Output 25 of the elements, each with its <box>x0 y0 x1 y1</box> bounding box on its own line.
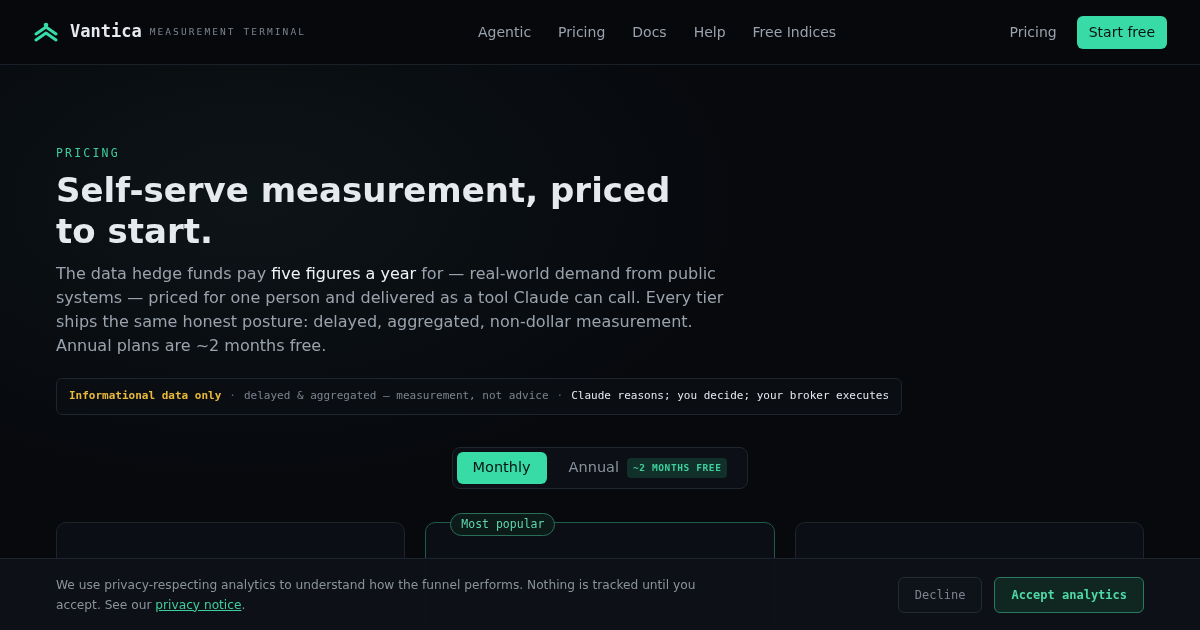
separator-dot: · <box>229 388 236 405</box>
pricing-link[interactable]: Pricing <box>1009 21 1057 43</box>
section-eyebrow: PRICING <box>56 145 120 162</box>
logo-icon <box>34 22 58 42</box>
popular-tag: Most popular <box>450 512 556 536</box>
billing-tab[interactable]: Annual ~2 MONTHS FREE <box>552 451 744 484</box>
nav-link[interactable]: Agentic <box>478 21 532 43</box>
nav-link[interactable]: Help <box>693 21 726 43</box>
nav-link[interactable]: Free Indices <box>752 21 837 43</box>
discount-tag: ~2 MONTHS FREE <box>627 457 728 478</box>
accept-button[interactable]: Accept analytics <box>994 576 1144 613</box>
decline-button[interactable]: Decline <box>897 576 983 613</box>
page-heading: Self-serve measurement, priced to start. <box>56 170 672 253</box>
brand-name: Vantica <box>70 20 142 44</box>
intro-paragraph: The data hedge funds pay five figures a year for — real-world demand from public systems — priced for one person and delivered as a tool Claude can call. Every tier ships the same honest posture: delayed, aggregated, non-dollar measurement. Annual plans are ~2 months free. <box>56 263 725 358</box>
disclaimer-warning: Informational data only <box>69 388 222 405</box>
nav-link[interactable]: Docs <box>632 21 667 43</box>
separator-dot: · <box>556 388 564 405</box>
disclaimer-emphasis: Claude reasons; you decide; your broker executes <box>571 388 890 405</box>
nav-link[interactable]: Pricing <box>558 21 606 43</box>
disclaimer-note: delayed & aggregated — measurement, not advice <box>243 388 549 405</box>
start-free-button[interactable]: Start free <box>1076 15 1167 49</box>
billing-tab[interactable]: Monthly <box>456 451 547 484</box>
cookie-notice-text: We use privacy-respecting analytics to understand how the funnel performs. Nothing is tracked until you accept. See our privacy notice. <box>56 576 697 614</box>
brand-tagline: MEASUREMENT TERMINAL <box>149 24 307 39</box>
